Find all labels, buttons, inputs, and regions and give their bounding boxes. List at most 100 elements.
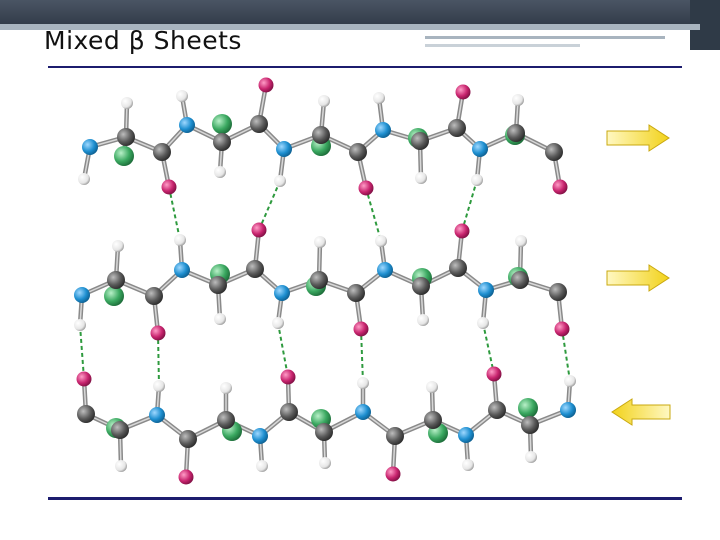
hydrogen-bond <box>168 186 181 241</box>
nitrogen-atom <box>179 117 195 133</box>
hydrogen-bond <box>482 322 495 375</box>
nitrogen-atom <box>458 427 474 443</box>
carbon-atom <box>545 143 563 161</box>
carbon-atom <box>246 260 264 278</box>
top-rule <box>48 66 682 68</box>
header-accent-line <box>425 36 665 39</box>
hydrogen-atom <box>525 451 537 463</box>
hydrogen-atom <box>153 380 165 392</box>
oxygen-atom <box>552 179 568 195</box>
hydrogen-atom <box>274 175 286 187</box>
oxygen-atom <box>76 371 92 387</box>
nitrogen-atom <box>472 141 488 157</box>
hydrogen-atom <box>214 313 226 325</box>
carbon-atom <box>347 284 365 302</box>
hydrogen-atom <box>415 172 427 184</box>
carbon-atom <box>507 124 525 142</box>
header-band <box>0 0 720 24</box>
carbon-atom <box>521 416 539 434</box>
hydrogen-atom <box>214 166 226 178</box>
carbon-atom <box>448 119 466 137</box>
hydrogen-atom <box>256 460 268 472</box>
carbon-atom <box>312 126 330 144</box>
carbon-atom <box>179 430 197 448</box>
bottom-rule <box>48 497 682 500</box>
hydrogen-atom <box>373 92 385 104</box>
oxygen-atom <box>161 179 177 195</box>
carbon-atom <box>280 403 298 421</box>
carbon-atom <box>449 259 467 277</box>
carbon-atom <box>117 128 135 146</box>
hydrogen-atom <box>477 317 489 329</box>
oxygen-atom <box>554 321 570 337</box>
hydrogen-bond <box>79 324 85 380</box>
oxygen-atom <box>150 325 166 341</box>
hydrogen-atom <box>564 375 576 387</box>
hydrogen-atom <box>115 460 127 472</box>
nitrogen-atom <box>274 285 290 301</box>
carbon-atom <box>111 421 129 439</box>
nitrogen-atom <box>276 141 292 157</box>
strand-arrow-right <box>606 264 670 292</box>
carbon-atom <box>349 143 367 161</box>
carbon-atom <box>315 423 333 441</box>
side-chain-atom <box>104 286 124 306</box>
header-accent-line-short <box>425 44 580 47</box>
carbon-atom <box>411 132 429 150</box>
hydrogen-bond <box>360 328 364 384</box>
oxygen-atom <box>251 222 267 238</box>
oxygen-atom <box>358 180 374 196</box>
hydrogen-bond <box>277 322 289 378</box>
hydrogen-atom <box>318 95 330 107</box>
nitrogen-atom <box>355 404 371 420</box>
hydrogen-bond <box>258 180 281 231</box>
oxygen-atom <box>258 77 274 93</box>
beta-sheet-figure <box>60 70 690 490</box>
carbon-atom <box>250 115 268 133</box>
hydrogen-atom <box>512 94 524 106</box>
hydrogen-atom <box>375 235 387 247</box>
carbon-atom <box>310 271 328 289</box>
nitrogen-atom <box>377 262 393 278</box>
side-chain-atom <box>518 398 538 418</box>
hydrogen-atom <box>471 174 483 186</box>
hydrogen-atom <box>74 319 86 331</box>
hydrogen-atom <box>220 382 232 394</box>
hydrogen-bond <box>461 179 478 232</box>
carbon-atom <box>511 271 529 289</box>
carbon-atom <box>107 271 125 289</box>
side-chain-atom <box>114 146 134 166</box>
molecule-diagram <box>74 77 671 485</box>
nitrogen-atom <box>478 282 494 298</box>
nitrogen-atom <box>174 262 190 278</box>
hydrogen-atom <box>462 459 474 471</box>
carbon-atom <box>145 287 163 305</box>
carbon-atom <box>386 427 404 445</box>
carbon-atom <box>412 277 430 295</box>
hydrogen-atom <box>176 90 188 102</box>
carbon-atom <box>153 143 171 161</box>
carbon-atom <box>77 405 95 423</box>
nitrogen-atom <box>74 287 90 303</box>
strand-arrow-right <box>606 124 670 152</box>
hydrogen-atom <box>174 234 186 246</box>
side-chain-atom <box>212 114 232 134</box>
slide-title: Mixed β Sheets <box>44 26 242 55</box>
hydrogen-atom <box>357 377 369 389</box>
hydrogen-bond <box>561 328 571 382</box>
carbon-atom <box>424 411 442 429</box>
strand-direction-arrows <box>606 124 671 426</box>
carbon-atom <box>209 276 227 294</box>
oxygen-atom <box>454 223 470 239</box>
hydrogen-atom <box>121 97 133 109</box>
hydrogen-atom <box>319 457 331 469</box>
oxygen-atom <box>455 84 471 100</box>
hydrogen-atom <box>112 240 124 252</box>
carbon-atom <box>549 283 567 301</box>
nitrogen-atom <box>82 139 98 155</box>
nitrogen-atom <box>149 407 165 423</box>
nitrogen-atom <box>252 428 268 444</box>
carbon-atom <box>213 133 231 151</box>
strand-arrow-left <box>611 398 671 426</box>
oxygen-atom <box>280 369 296 385</box>
